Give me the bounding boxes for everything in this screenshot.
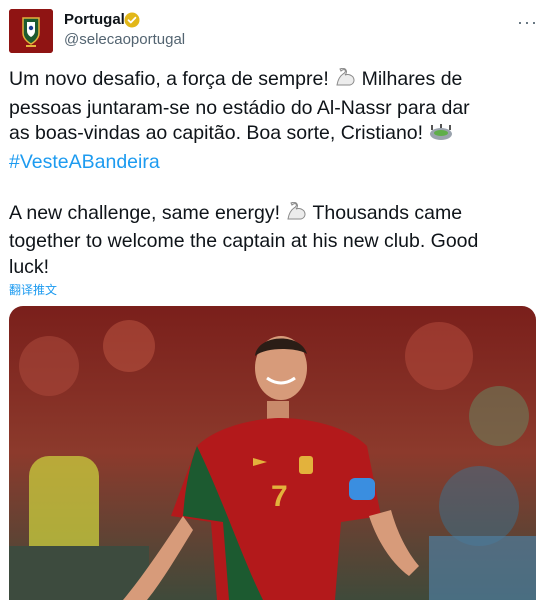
verified-badge-icon: [124, 12, 140, 33]
translate-tweet-link[interactable]: 翻译推文: [9, 281, 57, 298]
tweet-text-segment: Um novo desafio, a força de sempre!: [9, 68, 329, 90]
user-handle[interactable]: @selecaoportugal: [64, 31, 185, 48]
more-options-icon[interactable]: ···: [517, 12, 538, 33]
tweet-header: Portugal @selecaoportugal ···: [0, 0, 552, 64]
stadium-icon: [428, 122, 454, 150]
tweet-line: A new challenge, same energy! Thousands …: [9, 201, 539, 230]
player-photo: 7: [9, 306, 536, 600]
tweet-text-segment: A new challenge, same energy!: [9, 201, 281, 224]
tweet-text-segment: as boas-vindas ao capitão. Boa sorte, Cr…: [9, 122, 424, 144]
tweet-line: luck!: [9, 255, 50, 278]
fpf-crest-icon: [9, 9, 53, 53]
display-name[interactable]: Portugal: [64, 11, 125, 28]
tweet-line: pessoas juntaram-se no estádio do Al-Nas…: [9, 96, 470, 119]
hashtag-link[interactable]: #VesteABandeira: [9, 151, 160, 173]
profile-avatar[interactable]: [9, 9, 53, 53]
hashtag-line: #VesteABandeira: [9, 150, 539, 176]
jersey-number: 7: [271, 480, 288, 513]
tweet-media-photo[interactable]: 7: [9, 306, 536, 600]
tweet-text-segment: Milhares de: [361, 68, 463, 90]
tweet-line: together to welcome the captain at his n…: [9, 230, 479, 252]
flexed-biceps-icon: [285, 201, 307, 230]
tweet-line: as boas-vindas ao capitão. Boa sorte, Cr…: [9, 121, 539, 150]
tweet-line: Um novo desafio, a força de sempre! Milh…: [9, 67, 539, 96]
tweet-text-segment: Thousands came: [312, 201, 463, 224]
flexed-biceps-icon: [334, 67, 356, 96]
tweet-body: Um novo desafio, a força de sempre! Milh…: [9, 67, 539, 280]
